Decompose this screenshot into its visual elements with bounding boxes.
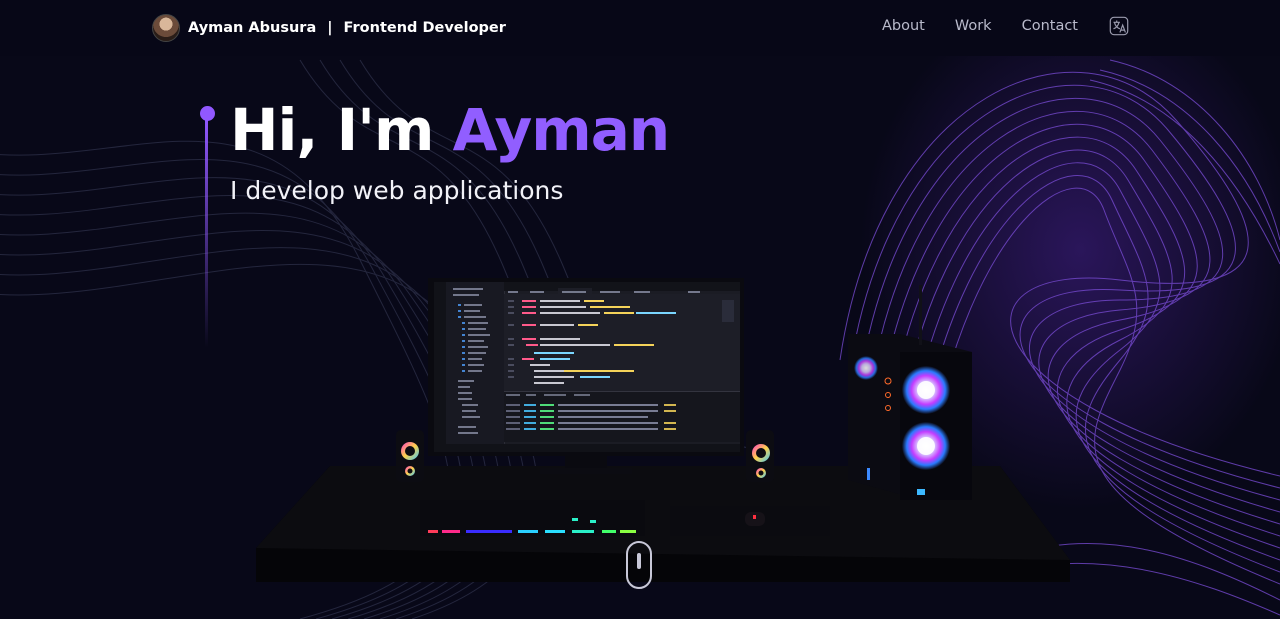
editor-file-explorer xyxy=(434,282,505,452)
scroll-wheel-dot xyxy=(637,553,641,569)
editor-status-bar xyxy=(434,444,740,452)
speaker-left xyxy=(396,430,424,482)
pc-case xyxy=(848,285,972,500)
editor-code-area xyxy=(504,294,740,392)
keyboard xyxy=(420,500,645,536)
monitor-screen-code-editor xyxy=(434,282,740,452)
mouse-scroll-icon[interactable] xyxy=(626,541,652,589)
editor-terminal xyxy=(504,391,740,442)
speaker-right xyxy=(746,430,774,482)
editor-tab-bar xyxy=(504,282,740,297)
